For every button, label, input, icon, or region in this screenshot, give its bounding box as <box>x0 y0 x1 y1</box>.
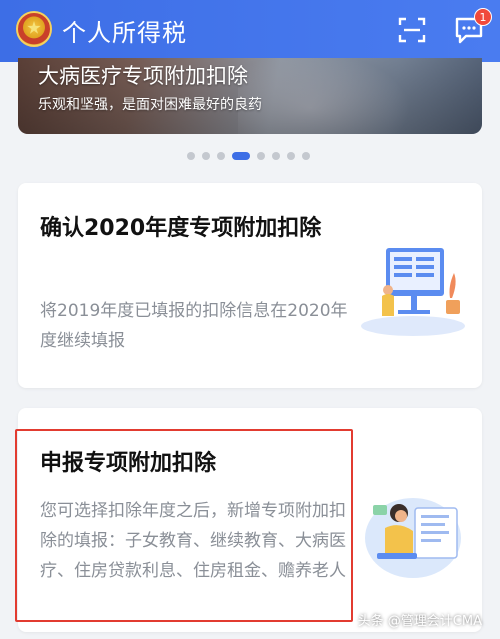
banner-subtitle: 乐观和坚强，是面对困难最好的良药 <box>38 97 262 113</box>
tax-emblem-icon <box>16 11 52 47</box>
card-title: 确认2020年度专项附加扣除 <box>40 216 322 241</box>
carousel-dot[interactable] <box>287 152 295 160</box>
carousel-dot[interactable] <box>257 152 265 160</box>
carousel-dot[interactable] <box>302 152 310 160</box>
card-title: 申报专项附加扣除 <box>40 451 217 476</box>
card-description: 您可选择扣除年度之后，新增专项附加扣除的填报：子女教育、继续教育、大病医疗、住房… <box>40 501 346 581</box>
app-header: 个人所得税 1 <box>0 0 500 62</box>
card-description: 将2019年度已填报的扣除信息在2020年度继续填报 <box>40 301 348 351</box>
banner-title: 大病医疗专项附加扣除 <box>38 64 248 88</box>
carousel-dot[interactable] <box>272 152 280 160</box>
confirm-deduction-card[interactable]: 确认2020年度专项附加扣除 将2019年度已填报的扣除信息在2020年度继续填… <box>18 183 482 388</box>
carousel-dot[interactable] <box>187 152 195 160</box>
app-title: 个人所得税 <box>62 19 187 47</box>
carousel-indicator <box>187 151 310 161</box>
scan-icon[interactable] <box>398 16 426 44</box>
desk-computer-illustration-icon <box>361 248 465 336</box>
watermark: 头条 @管理会计CMA <box>357 614 482 629</box>
carousel-dot[interactable] <box>217 152 225 160</box>
declare-deduction-card[interactable]: 申报专项附加扣除 您可选择扣除年度之后，新增专项附加扣除的填报：子女教育、继续教… <box>18 408 482 632</box>
form-filling-illustration-icon <box>365 498 461 578</box>
promo-banner[interactable]: 大病医疗专项附加扣除 乐观和坚强，是面对困难最好的良药 <box>18 58 482 134</box>
carousel-dot[interactable] <box>202 152 210 160</box>
carousel-dot[interactable] <box>232 152 250 160</box>
message-badge: 1 <box>474 8 492 26</box>
